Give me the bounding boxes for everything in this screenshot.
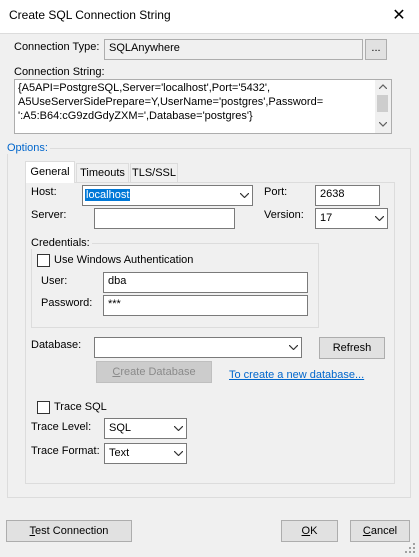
credentials-label: Credentials: (31, 237, 92, 249)
resize-grip-icon[interactable] (405, 543, 416, 554)
server-label: Server: (31, 209, 67, 221)
create-database-link[interactable]: To create a new database... (229, 369, 364, 381)
password-field[interactable]: *** (103, 295, 308, 316)
tab-timeouts-label: Timeouts (80, 167, 125, 179)
connection-string-line: A5UseServerSidePrepare=Y,UserName='postg… (18, 96, 324, 108)
database-combo[interactable] (94, 337, 302, 358)
host-label: Host: (31, 186, 57, 198)
title-bar: Create SQL Connection String ✕ (0, 0, 419, 33)
server-field[interactable] (94, 208, 235, 229)
ok-button[interactable]: OK (281, 520, 338, 542)
version-value: 17 (320, 212, 333, 224)
password-value: *** (108, 298, 121, 310)
chevron-down-icon (174, 426, 183, 431)
connection-type-value: SQLAnywhere (109, 42, 180, 54)
user-field[interactable]: dba (103, 272, 308, 293)
database-label: Database: (31, 339, 82, 351)
window-title: Create SQL Connection String (9, 8, 171, 22)
port-value: 2638 (320, 188, 345, 200)
ok-label: K (310, 525, 318, 537)
connection-string-scrollbar[interactable] (375, 80, 391, 133)
connection-string-text: {A5API=PostgreSQL,Server='localhost',Por… (18, 81, 323, 123)
connection-type-field[interactable]: SQLAnywhere (104, 39, 363, 60)
host-value: localhost (85, 189, 131, 201)
scroll-thumb[interactable] (377, 95, 388, 112)
create-database-label: reate Database (120, 366, 196, 378)
chevron-down-icon (375, 216, 384, 221)
trace-level-label: Trace Level: (31, 421, 92, 433)
connection-string-textarea[interactable]: {A5API=PostgreSQL,Server='localhost',Por… (14, 79, 392, 134)
tab-general-label: General (30, 166, 70, 178)
chevron-down-icon (240, 193, 249, 198)
refresh-button[interactable]: Refresh (319, 337, 385, 359)
connection-string-line: ':A5:B64:cG9zdGdyZXM=',Database='postgre… (18, 110, 253, 122)
tab-timeouts[interactable]: Timeouts (76, 163, 129, 182)
password-label: Password: (41, 297, 93, 309)
user-value: dba (108, 275, 127, 287)
close-icon[interactable]: ✕ (386, 5, 412, 27)
windows-auth-checkbox[interactable] (37, 254, 50, 267)
cancel-mnemonic: C (362, 525, 371, 537)
database-dropdown[interactable] (284, 338, 301, 357)
version-dropdown[interactable] (370, 209, 387, 228)
version-combo[interactable]: 17 (315, 208, 388, 229)
create-database-button[interactable]: Create Database (96, 361, 212, 383)
scroll-up-icon[interactable] (379, 84, 387, 89)
trace-sql-label: Trace SQL (54, 401, 107, 413)
options-label: Options: (7, 142, 50, 154)
tab-tls-ssl[interactable]: TLS/SSL (130, 163, 178, 182)
windows-auth-label: Use Windows Authentication (54, 254, 194, 266)
trace-format-dropdown[interactable] (169, 444, 186, 463)
cancel-button[interactable]: Cancel (350, 520, 410, 542)
chevron-down-icon (289, 345, 298, 350)
test-connection-label: est Connection (35, 525, 109, 537)
version-label: Version: (264, 209, 304, 221)
trace-format-label: Trace Format: (31, 445, 100, 457)
port-label: Port: (264, 186, 288, 198)
tab-general[interactable]: General (25, 161, 75, 183)
browse-button[interactable]: ... (365, 39, 387, 60)
user-label: User: (41, 275, 68, 287)
tab-tls-ssl-label: TLS/SSL (131, 167, 177, 179)
host-combo[interactable]: localhost (82, 185, 253, 206)
cancel-label: ancel (370, 525, 398, 537)
chevron-down-icon (174, 451, 183, 456)
trace-level-combo[interactable]: SQL (104, 418, 187, 439)
test-connection-button[interactable]: Test Connection (6, 520, 132, 542)
scroll-down-icon[interactable] (379, 122, 387, 127)
trace-format-combo[interactable]: Text (104, 443, 187, 464)
trace-sql-checkbox[interactable] (37, 401, 50, 414)
port-field[interactable]: 2638 (315, 185, 380, 206)
connection-string-label: Connection String: (14, 66, 105, 78)
connection-string-line: {A5API=PostgreSQL,Server='localhost',Por… (18, 82, 271, 94)
trace-format-value: Text (109, 447, 130, 459)
ok-mnemonic: O (301, 525, 311, 537)
trace-level-dropdown[interactable] (169, 419, 186, 438)
trace-level-value: SQL (109, 422, 132, 434)
connection-type-label: Connection Type: (14, 41, 100, 53)
host-dropdown[interactable] (235, 186, 252, 205)
